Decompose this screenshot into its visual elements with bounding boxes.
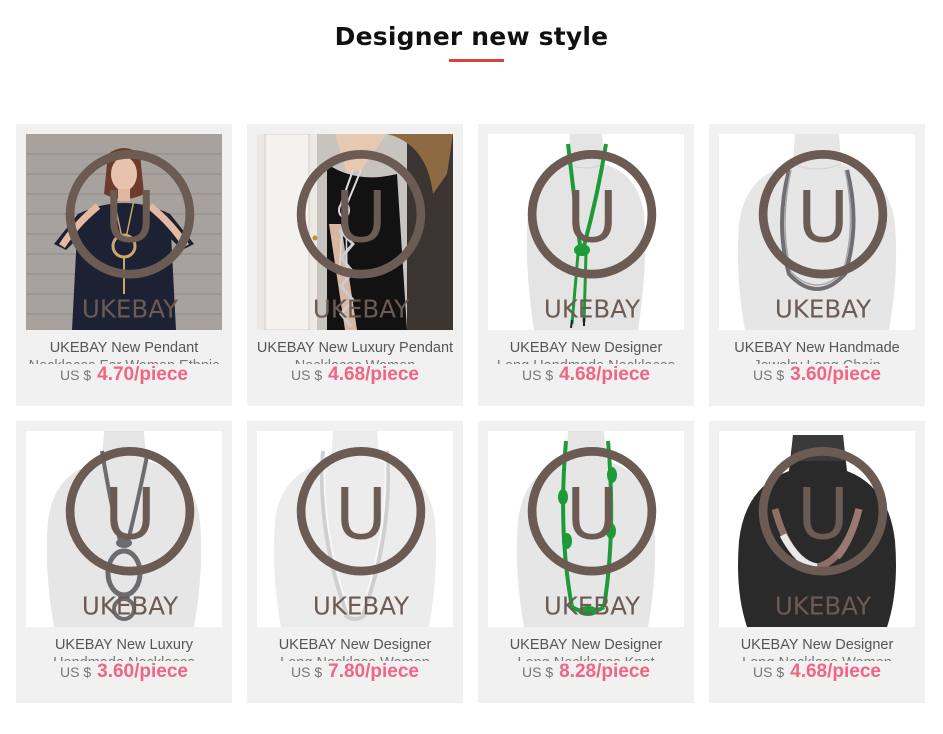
ukebay-logo-icon: U UKEBAY bbox=[527, 446, 657, 621]
price-value: 4.70/piece bbox=[97, 364, 188, 385]
product-title-line2: Long Handmade Necklaces bbox=[486, 357, 686, 364]
currency-label: US $ bbox=[753, 367, 785, 383]
currency-label: US $ bbox=[522, 367, 554, 383]
product-title[interactable]: UKEBAY New Designer bbox=[486, 636, 686, 656]
price-value: 7.80/piece bbox=[328, 661, 419, 682]
product-image[interactable]: U UKEBAY bbox=[488, 431, 684, 627]
ukebay-logo-icon: U UKEBAY bbox=[527, 149, 657, 324]
currency-label: US $ bbox=[522, 664, 554, 680]
currency-label: US $ bbox=[60, 664, 92, 680]
logo-text: UKEBAY bbox=[544, 592, 641, 621]
logo-text: UKEBAY bbox=[313, 592, 410, 621]
price-value: 4.68/piece bbox=[790, 661, 881, 682]
product-card[interactable]: U UKEBAY UKEBAY New Pendant Necklaces Fo… bbox=[16, 124, 232, 406]
price-value: 4.68/piece bbox=[559, 364, 650, 385]
product-title-line2: Necklaces For Women Ethnic bbox=[24, 357, 224, 364]
price-row: US $ 4.68/piece bbox=[478, 364, 694, 394]
product-title[interactable]: UKEBAY New Handmade bbox=[717, 339, 917, 359]
price-value: 3.60/piece bbox=[97, 661, 188, 682]
logo-text: UKEBAY bbox=[775, 592, 872, 621]
price-row: US $ 3.60/piece bbox=[16, 661, 232, 691]
logo-text: UKEBAY bbox=[82, 592, 179, 621]
product-title-line2: Necklaces Women bbox=[255, 357, 455, 364]
product-title[interactable]: UKEBAY New Designer bbox=[486, 339, 686, 359]
price-row: US $ 4.68/piece bbox=[709, 661, 925, 691]
ukebay-logo-icon: U UKEBAY bbox=[296, 149, 426, 324]
price-value: 8.28/piece bbox=[559, 661, 650, 682]
logo-text: UKEBAY bbox=[313, 295, 410, 324]
logo-letter: U bbox=[335, 472, 387, 555]
product-title[interactable]: UKEBAY New Luxury bbox=[24, 636, 224, 656]
product-image[interactable]: U UKEBAY bbox=[719, 431, 915, 627]
ukebay-logo-icon: U UKEBAY bbox=[296, 446, 426, 621]
logo-text: UKEBAY bbox=[82, 295, 179, 324]
product-title-line2: Jewelry Long Chain bbox=[717, 357, 917, 364]
price-row: US $ 3.60/piece bbox=[709, 364, 925, 394]
price-value: 4.68/piece bbox=[328, 364, 419, 385]
logo-letter: U bbox=[566, 175, 618, 258]
product-image[interactable]: U UKEBAY bbox=[257, 431, 453, 627]
ukebay-logo-icon: U UKEBAY bbox=[758, 446, 888, 621]
price-value: 3.60/piece bbox=[790, 364, 881, 385]
section-title: Designer new style bbox=[334, 22, 609, 51]
product-image[interactable]: U UKEBAY bbox=[26, 431, 222, 627]
product-card[interactable]: U UKEBAY UKEBAY New Designer Long Neckla… bbox=[478, 421, 694, 703]
currency-label: US $ bbox=[60, 367, 92, 383]
price-row: US $ 4.68/piece bbox=[247, 364, 463, 394]
logo-letter: U bbox=[797, 472, 849, 555]
product-card[interactable]: U UKEBAY UKEBAY New Designer Long Neckla… bbox=[709, 421, 925, 703]
currency-label: US $ bbox=[291, 367, 323, 383]
price-row: US $ 8.28/piece bbox=[478, 661, 694, 691]
product-card[interactable]: U UKEBAY UKEBAY New Handmade Jewelry Lon… bbox=[709, 124, 925, 406]
product-card[interactable]: U UKEBAY UKEBAY New Designer Long Handma… bbox=[478, 124, 694, 406]
product-title-line2: Long Necklaces Knot bbox=[486, 654, 686, 661]
product-title[interactable]: UKEBAY New Designer bbox=[717, 636, 917, 656]
ukebay-logo-icon: U UKEBAY bbox=[758, 149, 888, 324]
logo-letter: U bbox=[566, 472, 618, 555]
product-title-line2: Long Necklace Women bbox=[255, 654, 455, 661]
logo-text: UKEBAY bbox=[544, 295, 641, 324]
currency-label: US $ bbox=[753, 664, 785, 680]
logo-letter: U bbox=[797, 175, 849, 258]
ukebay-logo-icon: U UKEBAY bbox=[65, 446, 195, 621]
logo-letter: U bbox=[104, 472, 156, 555]
product-image[interactable]: U UKEBAY bbox=[257, 134, 453, 330]
logo-letter: U bbox=[104, 175, 156, 258]
ukebay-logo-icon: U UKEBAY bbox=[65, 149, 195, 324]
product-image[interactable]: U UKEBAY bbox=[488, 134, 684, 330]
price-row: US $ 7.80/piece bbox=[247, 661, 463, 691]
price-row: US $ 4.70/piece bbox=[16, 364, 232, 394]
product-title[interactable]: UKEBAY New Pendant bbox=[24, 339, 224, 359]
product-title-line2: Handmade Necklaces bbox=[24, 654, 224, 661]
title-underline bbox=[449, 59, 504, 62]
product-title-line2: Long Necklace Women bbox=[717, 654, 917, 661]
product-card[interactable]: U UKEBAY UKEBAY New Designer Long Neckla… bbox=[247, 421, 463, 703]
product-card[interactable]: U UKEBAY UKEBAY New Luxury Handmade Neck… bbox=[16, 421, 232, 703]
product-card[interactable]: U UKEBAY UKEBAY New Luxury Pendant Neckl… bbox=[247, 124, 463, 406]
product-image[interactable]: U UKEBAY bbox=[719, 134, 915, 330]
logo-letter: U bbox=[335, 175, 387, 258]
product-title[interactable]: UKEBAY New Luxury Pendant bbox=[255, 339, 455, 359]
product-title[interactable]: UKEBAY New Designer bbox=[255, 636, 455, 656]
product-image[interactable]: U UKEBAY bbox=[26, 134, 222, 330]
currency-label: US $ bbox=[291, 664, 323, 680]
logo-text: UKEBAY bbox=[775, 295, 872, 324]
